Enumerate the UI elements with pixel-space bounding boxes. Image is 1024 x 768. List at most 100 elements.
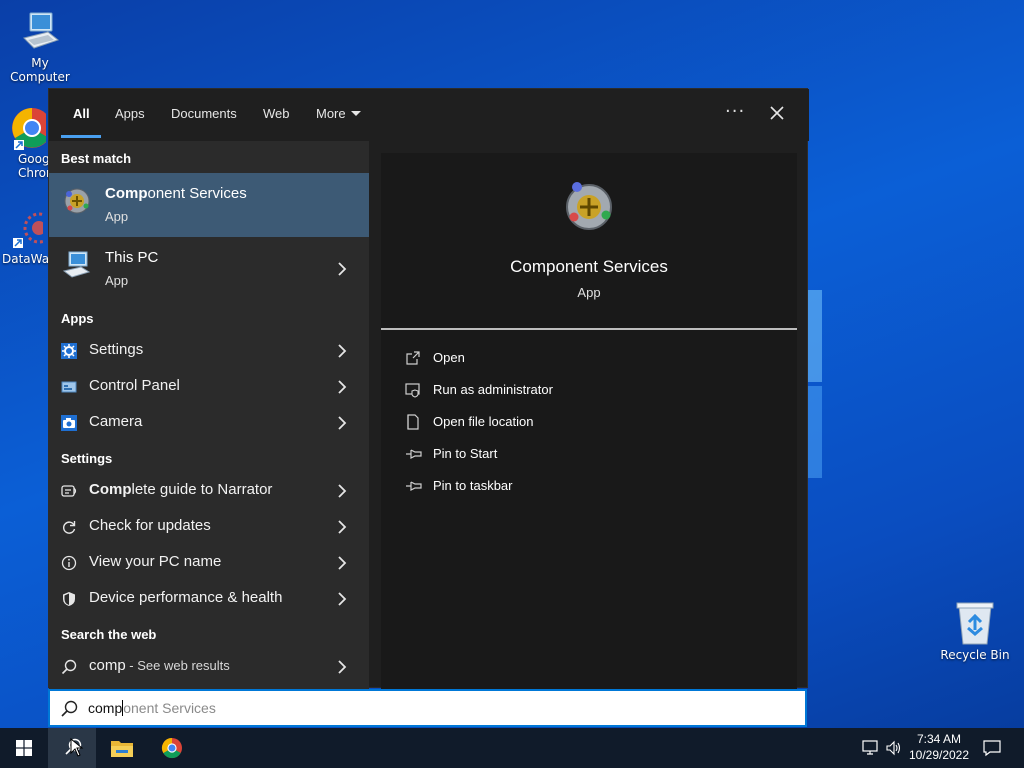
result-label: Settings (89, 341, 144, 358)
result-camera[interactable]: Camera (49, 405, 369, 441)
result-component-services[interactable]: Component Services App (49, 173, 369, 237)
desktop-icon-recycle-bin[interactable]: Recycle Bin (935, 600, 1015, 662)
action-label: Open file location (433, 414, 534, 429)
result-control-panel[interactable]: Control Panel (49, 369, 369, 405)
search-input-text[interactable]: component Services (88, 700, 216, 716)
tab-more[interactable]: More (316, 106, 361, 121)
taskbar-search-button[interactable] (48, 728, 96, 768)
chevron-down-icon (350, 111, 361, 116)
active-tab-indicator (61, 135, 101, 138)
result-label: Device performance & health (89, 589, 283, 606)
computer-icon (23, 12, 60, 49)
chevron-right-icon[interactable] (337, 556, 347, 570)
desktop-icon-datawag[interactable]: DataWag (0, 206, 50, 276)
desktop-light-beam (808, 386, 822, 478)
recycle-bin-icon (956, 602, 994, 645)
windows-logo-icon (16, 740, 32, 756)
tab-all[interactable]: All (73, 106, 90, 121)
action-run-as-administrator[interactable]: Run as administrator (401, 379, 781, 403)
desktop-icon-my-computer[interactable]: My Computer (0, 10, 80, 84)
narrator-icon (61, 485, 77, 497)
clock-date: 10/29/2022 (908, 748, 970, 762)
action-label: Run as administrator (433, 382, 553, 397)
mouse-cursor-icon (70, 738, 84, 757)
action-open-file-location[interactable]: Open file location (401, 411, 781, 435)
close-icon[interactable] (767, 103, 787, 123)
run-admin-icon (405, 383, 420, 398)
action-label: Open (433, 350, 465, 365)
search-icon (61, 659, 77, 675)
result-label: Control Panel (89, 377, 180, 394)
tab-apps[interactable]: Apps (115, 106, 145, 121)
component-services-icon (566, 182, 612, 230)
open-icon (406, 351, 420, 365)
settings-gear-icon (61, 343, 77, 359)
datawag-icon (13, 212, 43, 248)
desktop-icon-label: Recycle Bin (940, 648, 1010, 662)
tab-more-label: More (316, 106, 346, 121)
chevron-right-icon[interactable] (337, 416, 347, 430)
chrome-icon (12, 108, 46, 150)
refresh-icon (63, 521, 76, 534)
taskbar-clock[interactable]: 7:34 AM 10/29/2022 (906, 731, 972, 763)
action-label: Pin to Start (433, 446, 498, 461)
taskbar-file-explorer[interactable] (98, 728, 146, 768)
result-narrator-guide[interactable]: Complete guide to Narrator (49, 473, 369, 509)
notifications-icon[interactable] (983, 739, 1001, 757)
result-subtitle: App (105, 273, 129, 288)
taskbar-chrome[interactable] (148, 728, 196, 768)
desktop-light-beam (808, 290, 822, 382)
camera-icon (61, 415, 77, 431)
tab-documents[interactable]: Documents (171, 106, 237, 121)
this-pc-icon (62, 251, 91, 278)
preview-subtitle: App (577, 285, 601, 300)
result-check-updates[interactable]: Check for updates (49, 509, 369, 545)
result-label: View your PC name (89, 553, 222, 570)
info-icon (61, 555, 77, 571)
volume-icon[interactable] (886, 740, 902, 756)
action-label: Pin to taskbar (433, 478, 513, 493)
result-label: Complete guide to Narrator (89, 481, 273, 498)
chevron-right-icon[interactable] (337, 520, 347, 534)
preview-pane: Component Services App Open Run as admin… (381, 153, 797, 689)
clock-time: 7:34 AM (916, 732, 962, 746)
preview-title: Component Services (510, 257, 668, 276)
network-icon[interactable] (862, 740, 880, 756)
start-button[interactable] (0, 728, 48, 768)
result-device-health[interactable]: Device performance & health (49, 581, 369, 617)
section-header-best-match: Best match (61, 151, 132, 166)
desktop-icon-label: DataWag (2, 252, 50, 266)
desktop-icon-label: My Computer (10, 56, 70, 84)
divider (381, 328, 797, 330)
chevron-right-icon[interactable] (337, 262, 347, 276)
result-this-pc[interactable]: This PC App (49, 237, 369, 301)
control-panel-icon (61, 381, 77, 393)
action-pin-to-start[interactable]: Pin to Start (401, 443, 781, 467)
result-view-pc-name[interactable]: View your PC name (49, 545, 369, 581)
result-title: This PC (105, 249, 159, 266)
chevron-right-icon[interactable] (337, 380, 347, 394)
search-tabs-bar: All Apps Documents Web More ··· (49, 89, 809, 141)
result-settings[interactable]: Settings (49, 333, 369, 369)
chevron-right-icon[interactable] (337, 592, 347, 606)
action-open[interactable]: Open (401, 347, 781, 371)
result-web-search[interactable]: comp - See web results (49, 649, 369, 685)
file-location-icon (407, 414, 419, 430)
search-icon (61, 700, 78, 717)
result-subtitle: App (105, 209, 129, 224)
chevron-right-icon[interactable] (337, 344, 347, 358)
ellipsis-icon[interactable]: ··· (725, 101, 745, 122)
action-pin-to-taskbar[interactable]: Pin to taskbar (401, 475, 781, 499)
search-input[interactable]: component Services (48, 689, 807, 727)
chevron-right-icon[interactable] (337, 484, 347, 498)
chevron-right-icon[interactable] (337, 660, 347, 674)
component-services-icon (64, 188, 90, 214)
tab-web[interactable]: Web (263, 106, 290, 121)
pin-icon (406, 449, 422, 459)
result-title: Component Services (105, 185, 247, 202)
search-window: All Apps Documents Web More ··· Best mat… (48, 88, 809, 689)
section-header-settings: Settings (61, 451, 113, 466)
results-list: Best match Component Services App This P… (49, 141, 369, 689)
result-label: comp - See web results (89, 657, 230, 674)
section-header-search-web: Search the web (61, 627, 157, 642)
